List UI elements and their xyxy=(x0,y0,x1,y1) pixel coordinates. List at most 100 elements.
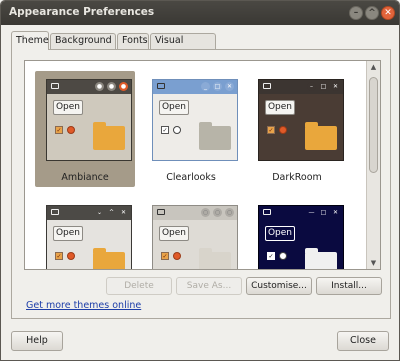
preview-control-icon: _ xyxy=(201,82,210,91)
preview-control-icon: ✕ xyxy=(119,208,128,217)
preview-window-icon xyxy=(51,83,59,89)
preview-titlebar: — □ ✕ xyxy=(259,206,343,220)
close-button[interactable]: Close xyxy=(337,331,389,351)
preview-open-button: Open xyxy=(159,226,189,241)
save-as-button[interactable]: Save As... xyxy=(176,277,242,295)
window-title: Appearance Preferences xyxy=(9,6,155,18)
preview-control-icon: □ xyxy=(319,82,328,91)
preview-open-button: Open xyxy=(53,100,83,115)
folder-icon xyxy=(305,248,337,269)
preview-control-icon: ^ xyxy=(107,208,116,217)
theme-item[interactable]: – □ ✕ Open ✓ DarkRoom xyxy=(247,71,347,187)
preview-window-icon xyxy=(263,209,271,215)
theme-item[interactable]: ● ● ● Open ✓ Ambiance xyxy=(35,71,135,187)
preview-control-icon: ✕ xyxy=(331,82,340,91)
appearance-preferences-window: Appearance Preferences – ^ ✕ Theme Backg… xyxy=(0,0,400,361)
folder-icon xyxy=(199,122,231,150)
preview-control-icon: □ xyxy=(213,82,222,91)
preview-body: Open ✓ xyxy=(259,220,343,269)
preview-window-icon xyxy=(157,209,165,215)
preview-titlebar: ○ ○ ○ xyxy=(153,206,237,220)
close-window-button[interactable]: ✕ xyxy=(381,6,395,20)
preview-control-icon: ⌄ xyxy=(95,208,104,217)
theme-preview: – □ ✕ Open ✓ xyxy=(258,79,344,161)
preview-checkbox-icon: ✓ xyxy=(267,126,275,134)
scroll-thumb[interactable] xyxy=(369,77,378,173)
title-bar[interactable]: Appearance Preferences – ^ ✕ xyxy=(1,1,399,25)
theme-name: Clearlooks xyxy=(166,172,216,183)
theme-item[interactable]: ○ ○ ○ Open ✓ xyxy=(141,197,241,269)
preview-radio-icon xyxy=(67,252,75,260)
preview-titlebar: _ □ ✕ xyxy=(153,80,237,94)
theme-preview: ● ● ● Open ✓ xyxy=(46,79,132,161)
folder-icon xyxy=(93,122,125,150)
maximize-button[interactable]: ^ xyxy=(365,6,379,20)
preview-body: Open ✓ xyxy=(153,94,237,160)
tab-theme[interactable]: Theme xyxy=(11,31,49,50)
preview-titlebar: – □ ✕ xyxy=(259,80,343,94)
theme-preview: ○ ○ ○ Open ✓ xyxy=(152,205,238,269)
theme-name: Ambiance xyxy=(61,172,109,183)
preview-window-icon xyxy=(263,83,271,89)
theme-list[interactable]: — □ ✕ Open ✓ ○ ○ ○ Open ✓ ⌄ ^ ✕ Open ✓ – □ ✕ Open ✓ DarkRoom… xyxy=(24,60,381,270)
scroll-down-icon[interactable]: ▼ xyxy=(367,257,380,269)
folder-icon xyxy=(199,248,231,269)
preview-radio-icon xyxy=(173,126,181,134)
preview-body: Open ✓ xyxy=(47,94,131,160)
theme-name: DarkRoom xyxy=(272,172,322,183)
preview-radio-icon xyxy=(67,126,75,134)
get-more-themes-link[interactable]: Get more themes online xyxy=(26,300,141,311)
preview-body: Open ✓ xyxy=(47,220,131,269)
preview-radio-icon xyxy=(279,252,287,260)
preview-control-icon: ● xyxy=(119,82,128,91)
theme-item[interactable]: _ □ ✕ Open ✓ Clearlooks xyxy=(141,71,241,187)
preview-body: Open ✓ xyxy=(259,94,343,160)
scroll-up-icon[interactable]: ▲ xyxy=(367,61,380,73)
preview-open-button: Open xyxy=(265,226,295,241)
preview-control-icon: □ xyxy=(319,208,328,217)
preview-checkbox-icon: ✓ xyxy=(55,252,63,260)
preview-body: Open ✓ xyxy=(153,220,237,269)
install-button[interactable]: Install... xyxy=(316,277,382,295)
theme-preview: ⌄ ^ ✕ Open ✓ xyxy=(46,205,132,269)
theme-preview: — □ ✕ Open ✓ xyxy=(258,205,344,269)
preview-open-button: Open xyxy=(265,100,295,115)
tab-visual-effects[interactable]: Visual Effects xyxy=(150,33,216,60)
close-icon: ✕ xyxy=(384,8,392,18)
customise-button[interactable]: Customise... xyxy=(246,277,312,295)
theme-panel: — □ ✕ Open ✓ ○ ○ ○ Open ✓ ⌄ ^ ✕ Open ✓ – □ ✕ Open ✓ DarkRoom… xyxy=(11,49,391,319)
preview-checkbox-icon: ✓ xyxy=(161,252,169,260)
preview-titlebar: ● ● ● xyxy=(47,80,131,94)
folder-icon xyxy=(93,248,125,269)
preview-control-icon: ✕ xyxy=(331,208,340,217)
delete-button[interactable]: Delete xyxy=(106,277,172,295)
theme-item[interactable]: ⌄ ^ ✕ Open ✓ xyxy=(35,197,135,269)
preview-checkbox-icon: ✓ xyxy=(161,126,169,134)
preview-control-icon: ○ xyxy=(213,208,222,217)
minimize-button[interactable]: – xyxy=(349,6,363,20)
folder-icon xyxy=(305,122,337,150)
preview-control-icon: ○ xyxy=(225,208,234,217)
maximize-icon: ^ xyxy=(368,8,376,18)
theme-item[interactable]: — □ ✕ Open ✓ xyxy=(247,197,347,269)
preview-radio-icon xyxy=(279,126,287,134)
preview-control-icon: — xyxy=(307,208,316,217)
preview-control-icon: ● xyxy=(107,82,116,91)
preview-open-button: Open xyxy=(53,226,83,241)
tab-fonts[interactable]: Fonts xyxy=(117,33,149,49)
minimize-icon: – xyxy=(353,8,359,18)
preview-control-icon: ○ xyxy=(201,208,210,217)
preview-window-icon xyxy=(157,83,165,89)
preview-control-icon: – xyxy=(307,82,316,91)
theme-list-scrollbar[interactable]: ▲ ▼ xyxy=(366,61,380,269)
preview-control-icon: ✕ xyxy=(225,82,234,91)
preview-radio-icon xyxy=(173,252,181,260)
preview-titlebar: ⌄ ^ ✕ xyxy=(47,206,131,220)
preview-window-icon xyxy=(51,209,59,215)
help-button[interactable]: Help xyxy=(11,331,63,351)
theme-actions: Delete Save As... Customise... Install..… xyxy=(106,277,384,295)
tab-background[interactable]: Background xyxy=(50,33,116,49)
theme-preview: _ □ ✕ Open ✓ xyxy=(152,79,238,161)
preview-control-icon: ● xyxy=(95,82,104,91)
preview-checkbox-icon: ✓ xyxy=(267,252,275,260)
